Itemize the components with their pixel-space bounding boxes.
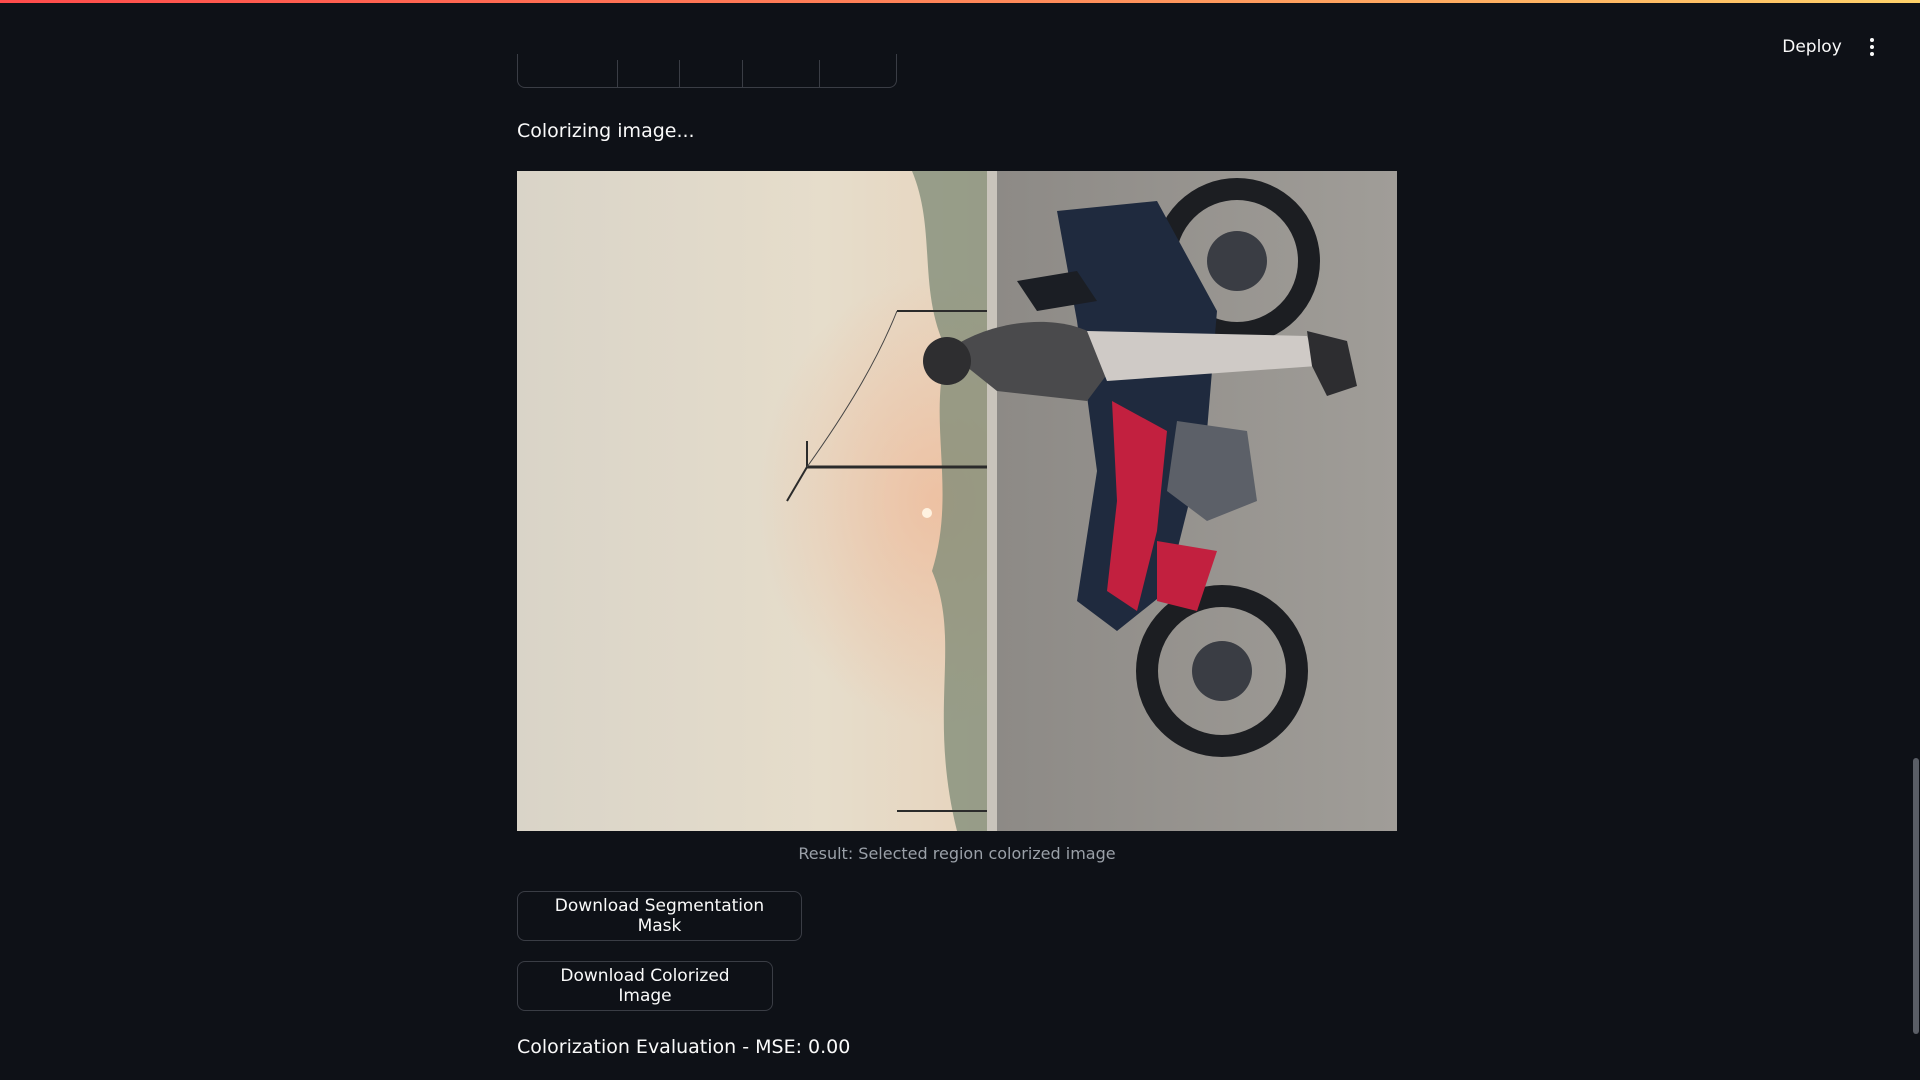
vertical-ellipsis-icon: [1870, 38, 1874, 42]
main-menu-button[interactable]: [1858, 31, 1886, 63]
toolbar-divider: [679, 60, 680, 88]
page-scrollbar-thumb[interactable]: [1913, 758, 1919, 1034]
download-colorized-image-button[interactable]: Download Colorized Image: [517, 961, 773, 1011]
deploy-button[interactable]: Deploy: [1772, 29, 1852, 65]
evaluation-result-text: Colorization Evaluation - MSE: 0.00: [517, 1036, 851, 1058]
toolbar-divider: [819, 60, 820, 88]
colorized-result-image: [517, 171, 1397, 831]
download-segmentation-mask-button[interactable]: Download Segmentation Mask: [517, 891, 802, 941]
widget-toolbar: [517, 54, 897, 88]
toolbar-divider: [742, 60, 743, 88]
vertical-ellipsis-icon: [1870, 52, 1874, 56]
main-content: Colorizing image... Result: Selected reg…: [517, 0, 1397, 1080]
toolbar-divider: [617, 60, 618, 88]
vertical-ellipsis-icon: [1870, 45, 1874, 49]
status-text: Colorizing image...: [517, 120, 695, 142]
image-caption: Result: Selected region colorized image: [798, 844, 1116, 863]
